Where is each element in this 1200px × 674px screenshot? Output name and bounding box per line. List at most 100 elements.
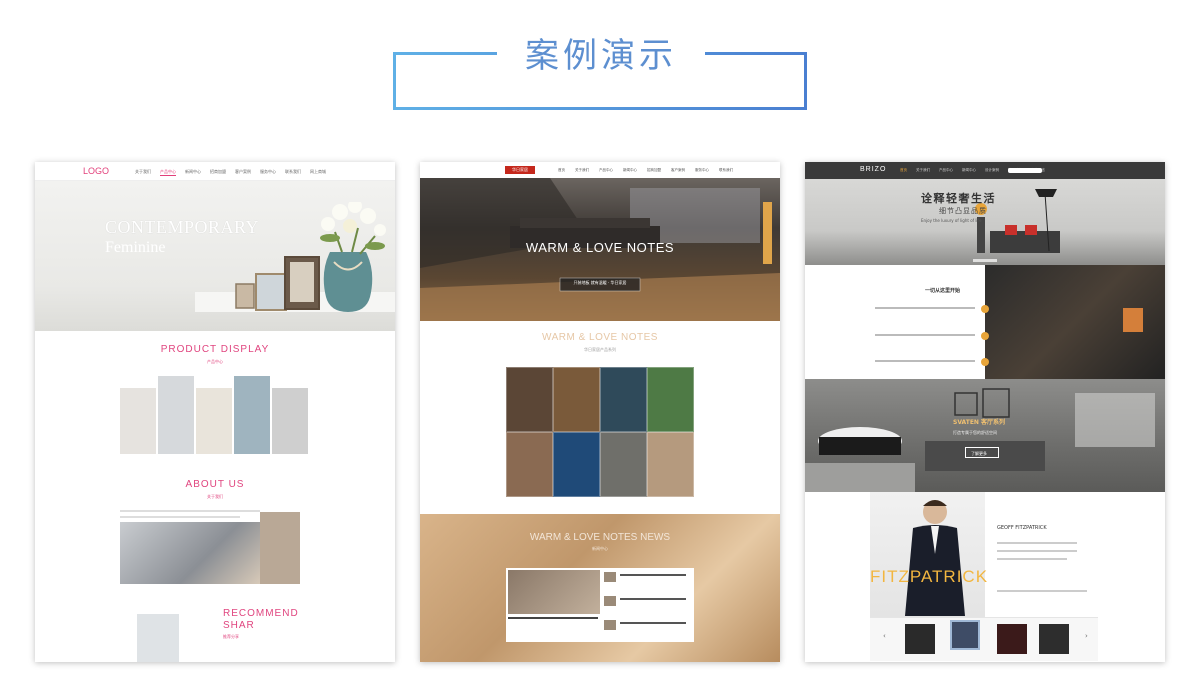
chevron-left-icon[interactable]: ‹ [883,632,886,640]
card2-logo-text: 华日家居 [512,167,528,172]
card3-nav-item[interactable]: 关于我们 [916,168,930,173]
card3-carousel-dots[interactable] [973,259,997,262]
card3-timeline-dot [981,358,989,366]
card3-learn-more-label: 了解更多 [971,451,987,456]
card3-timeline-dot [981,332,989,340]
card3-team-thumb[interactable] [905,624,935,654]
card1-recommend-title: RECOMMEND [223,608,299,619]
card3-search-input[interactable] [1008,168,1042,173]
card2-nav-item[interactable]: 服务中心 [695,168,709,173]
card1-about-photo[interactable] [120,522,260,584]
card2-grid-tile[interactable] [553,432,600,497]
card2-nav-item[interactable]: 客户案例 [671,168,685,173]
card2-nav-item[interactable]: 招商加盟 [647,168,661,173]
card2-news-item[interactable] [620,598,686,600]
card1-recommend-sub: 推荐分享 [223,634,239,639]
card3-intro-text [875,307,975,309]
case-card-1[interactable]: LOGO 关于我们 产品中心 新闻中心 招商加盟 客户案例 服务中心 联系我们 … [35,162,395,662]
card1-product-title: PRODUCT DISPLAY [160,344,270,355]
card2-grid-tile[interactable] [553,367,600,432]
card1-nav-item[interactable]: 服务中心 [260,169,276,176]
card3-profile-text [997,550,1077,552]
card1-nav-item[interactable]: 联系我们 [285,169,301,176]
card1-product-photo[interactable] [120,388,156,454]
card1-nav-item[interactable]: 客户案例 [235,169,251,176]
card2-grid-tile[interactable] [600,432,647,497]
card3-profile-figure [905,500,965,616]
card3-intro-text [875,334,975,336]
card3-profile-text [997,558,1067,560]
card1-about-sub: 关于我们 [207,494,223,499]
card3-band-title: SVATEN 客厅系列 [953,419,1006,426]
card2-news-title: WARM & LOVE NOTES NEWS [529,532,671,543]
card2-section-sub: 华日家居产品系列 [584,347,616,352]
card3-nav-item[interactable]: 设计案例 [985,168,999,173]
card3-nav-item[interactable]: 新闻中心 [962,168,976,173]
card2-hero-sub: 只装地板 就有温暖 · 华日家居 [573,280,627,285]
card1-nav-item[interactable]: 新闻中心 [185,169,201,176]
card3-hero-caption: Enjoy the luxury of light of life [921,218,982,223]
card3-hero-subtitle: 细节凸显品质 [939,207,987,215]
card3-team-thumb[interactable] [1039,624,1069,654]
card2-news-sub: 新闻中心 [592,546,608,551]
card3-team-thumb[interactable] [997,624,1027,654]
card2-nav-item[interactable]: 首页 [558,168,565,173]
card1-product-photo[interactable] [196,388,232,454]
card2-news-item[interactable] [620,622,686,624]
card1-nav-item[interactable]: 招商加盟 [210,169,226,176]
card2-nav-item[interactable]: 关于我们 [575,168,589,173]
card3-logo[interactable]: BRIZO [860,166,886,173]
chevron-right-icon[interactable]: › [1085,632,1088,640]
card2-news-thumb[interactable] [604,596,616,606]
card1-about-title: ABOUT US [185,479,245,490]
card1-product-photo[interactable] [158,376,194,454]
card3-profile-name: GEOFF FITZPATRICK [997,525,1047,531]
card3-nav-item[interactable]: 产品中心 [939,168,953,173]
card3-intro-lamp [1123,308,1143,332]
card3-profile-text [997,542,1077,544]
card1-hero-title: CONTEMPORARY [105,217,260,237]
page-title: 案例演示 [525,36,677,76]
card2-grid-tile[interactable] [506,367,553,432]
card3-learn-more-button[interactable]: 了解更多 [965,447,999,458]
card2-news-photo[interactable] [508,570,600,614]
card3-nav-item[interactable]: 首页 [900,168,907,173]
card2-hero-title: WARM & LOVE NOTES [525,240,675,255]
card2-nav-item[interactable]: 联系我们 [719,168,733,173]
card2-section-title: WARM & LOVE NOTES [542,332,658,343]
card3-team-thumb-active[interactable] [950,620,980,650]
card1-product-photo[interactable] [234,376,270,454]
card3-intro-title: 一切从这里开始 [925,288,961,294]
card2-news-thumb[interactable] [604,620,616,630]
card2-nav-item[interactable]: 产品中心 [599,168,613,173]
card2-nav-item[interactable]: 新闻中心 [623,168,637,173]
card3-profile-text [997,590,1087,592]
card2-grid-tile[interactable] [647,367,694,432]
case-card-3[interactable]: BRIZO 首页 关于我们 产品中心 新闻中心 设计案例 联系我们 在线留言 诠… [805,162,1165,662]
card3-band-sub: 打造专属于您的舒适空间 [953,430,997,435]
card3-profile-bigname: FITZPATRICK [870,567,989,586]
card2-news-thumb[interactable] [604,572,616,582]
card2-news-headline[interactable] [508,617,598,619]
card2-nav-items: 首页 关于我们 产品中心 新闻中心 招商加盟 客户案例 服务中心 联系我们 [558,168,733,173]
card1-about-photo-side[interactable] [260,512,300,584]
card2-news-item[interactable] [620,574,686,576]
case-card-2[interactable]: 华日家居 首页 关于我们 产品中心 新闻中心 招商加盟 客户案例 服务中心 联系… [420,162,780,662]
card1-logo: LOGO [83,166,110,176]
card2-product-grid [506,367,694,497]
card1-nav-item[interactable]: 关于我们 [135,169,151,176]
card2-grid-tile[interactable] [600,367,647,432]
card1-about-text [120,516,240,518]
card3-timeline-dot [981,305,989,313]
card1-recommend-photo[interactable] [137,614,179,662]
card2-grid-tile[interactable] [647,432,694,497]
card1-product-photo[interactable] [272,388,308,454]
card1-hero-subtitle: Feminine [105,239,166,256]
card3-hero-title: 诠释轻奢生活 [921,192,996,205]
card2-grid-tile[interactable] [506,432,553,497]
card1-product-sub: 产品中心 [207,359,223,364]
card1-nav-item[interactable]: 产品中心 [160,169,176,176]
card3-intro-text [875,360,975,362]
card1-nav-item[interactable]: 网上商城 [310,169,326,176]
card2-side-toolbar[interactable] [763,202,772,264]
